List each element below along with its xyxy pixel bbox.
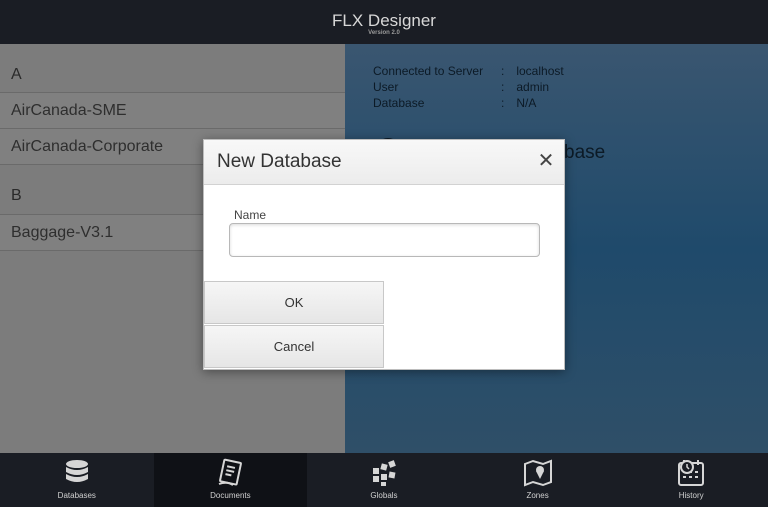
tab-documents[interactable]: Documents <box>153 453 308 507</box>
tab-bar: Databases Documents Globals Zones Histor… <box>0 453 768 507</box>
user-row: User : admin <box>373 79 564 95</box>
add-database-text[interactable]: base <box>564 142 605 164</box>
tab-label-history: History <box>678 491 704 500</box>
close-icon[interactable]: ✕ <box>537 151 555 171</box>
database-value: N/A <box>516 96 537 110</box>
tab-label-documents: Documents <box>210 491 251 500</box>
user-label: User <box>373 80 399 94</box>
tab-globals[interactable]: Globals <box>307 453 461 507</box>
dialog-header: New Database ✕ <box>204 140 564 185</box>
app-header: FLX Designer Version 2.0 <box>0 0 768 44</box>
document-icon <box>219 458 243 486</box>
ok-button[interactable]: OK <box>204 281 384 324</box>
app-title: FLX Designer <box>332 11 436 30</box>
database-label: Database <box>373 96 425 110</box>
tab-label-zones: Zones <box>526 491 549 500</box>
server-label: Connected to Server <box>373 64 484 78</box>
connection-info: Connected to Server : localhost User : a… <box>373 63 564 111</box>
database-row: Database : N/A <box>373 95 564 111</box>
tab-label-databases: Databases <box>57 491 96 500</box>
new-database-dialog: New Database ✕ Name OK Cancel <box>203 139 565 370</box>
map-icon <box>523 459 552 487</box>
list-item-aircanada-sme[interactable]: AirCanada-SME <box>0 93 345 129</box>
server-value: localhost <box>516 64 564 78</box>
section-header-a: A <box>0 44 345 93</box>
globals-icon <box>372 460 396 486</box>
history-icon <box>678 460 705 486</box>
dialog-title: New Database <box>217 151 342 172</box>
user-value: admin <box>516 80 550 94</box>
tab-label-globals: Globals <box>370 491 398 500</box>
tab-zones[interactable]: Zones <box>461 453 615 507</box>
tab-databases[interactable]: Databases <box>0 453 154 507</box>
name-input[interactable] <box>229 223 540 257</box>
app-version: Version 2.0 <box>368 30 400 36</box>
name-label: Name <box>234 208 267 222</box>
database-icon <box>65 460 88 482</box>
server-row: Connected to Server : localhost <box>373 63 564 79</box>
tab-history[interactable]: History <box>614 453 768 507</box>
cancel-button[interactable]: Cancel <box>204 325 384 368</box>
